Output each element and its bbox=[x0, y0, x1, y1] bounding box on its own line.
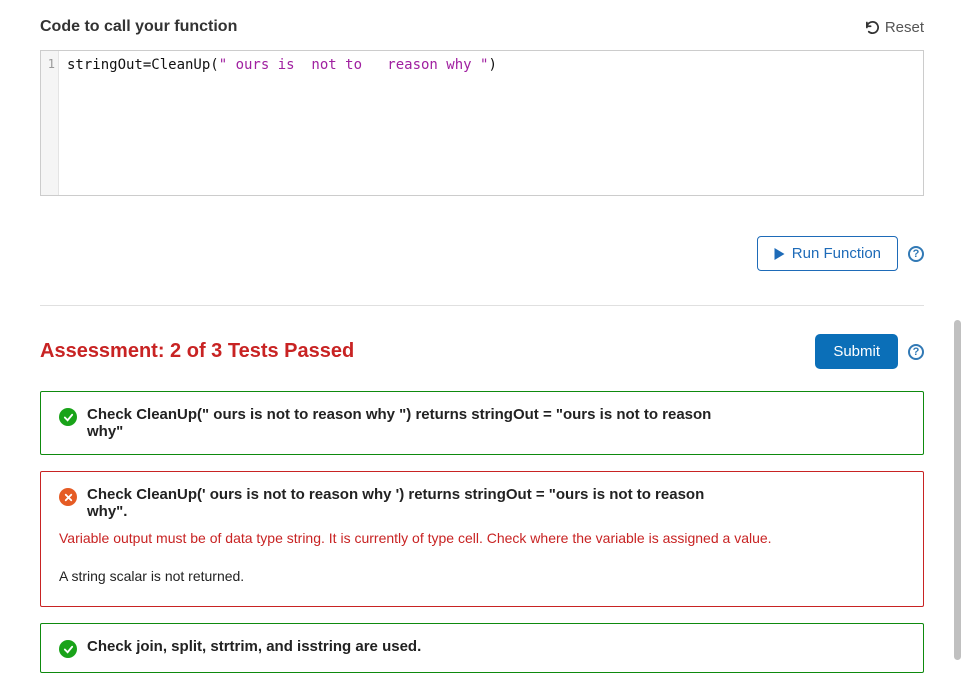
code-token-string: " ours is not to reason why " bbox=[219, 57, 489, 73]
test-result-pass: Check join, split, strtrim, and isstring… bbox=[40, 623, 924, 673]
test-detail-message: A string scalar is not returned. bbox=[59, 568, 905, 584]
test-title: Check join, split, strtrim, and isstring… bbox=[87, 638, 421, 655]
test-title: Check CleanUp(' ours is not to reason wh… bbox=[87, 486, 727, 520]
run-function-label: Run Function bbox=[792, 245, 881, 262]
code-editor[interactable]: 1 stringOut=CleanUp(" ours is not to rea… bbox=[40, 50, 924, 196]
section-title: Code to call your function bbox=[40, 18, 237, 36]
x-circle-icon bbox=[59, 488, 77, 506]
check-circle-icon bbox=[59, 408, 77, 426]
reset-label: Reset bbox=[885, 19, 924, 36]
line-gutter: 1 bbox=[41, 51, 59, 195]
scrollbar[interactable] bbox=[954, 320, 961, 660]
check-circle-icon bbox=[59, 640, 77, 658]
test-result-pass: Check CleanUp(" ours is not to reason wh… bbox=[40, 391, 924, 455]
reset-button[interactable]: Reset bbox=[865, 19, 924, 36]
code-area[interactable]: stringOut=CleanUp(" ours is not to reaso… bbox=[59, 51, 923, 195]
run-help-icon[interactable]: ? bbox=[908, 246, 924, 262]
refresh-icon bbox=[865, 20, 880, 35]
test-title: Check CleanUp(" ours is not to reason wh… bbox=[87, 406, 727, 440]
run-function-button[interactable]: Run Function bbox=[757, 236, 898, 271]
assessment-title: Assessment: 2 of 3 Tests Passed bbox=[40, 340, 354, 363]
assessment-help-icon[interactable]: ? bbox=[908, 344, 924, 360]
line-number: 1 bbox=[41, 57, 55, 71]
play-icon bbox=[774, 248, 785, 260]
code-token-suffix: ) bbox=[488, 57, 496, 73]
code-token-prefix: stringOut=CleanUp( bbox=[67, 57, 219, 73]
test-error-message: Variable output must be of data type str… bbox=[59, 530, 905, 546]
test-result-fail: Check CleanUp(' ours is not to reason wh… bbox=[40, 471, 924, 607]
submit-button[interactable]: Submit bbox=[815, 334, 898, 369]
